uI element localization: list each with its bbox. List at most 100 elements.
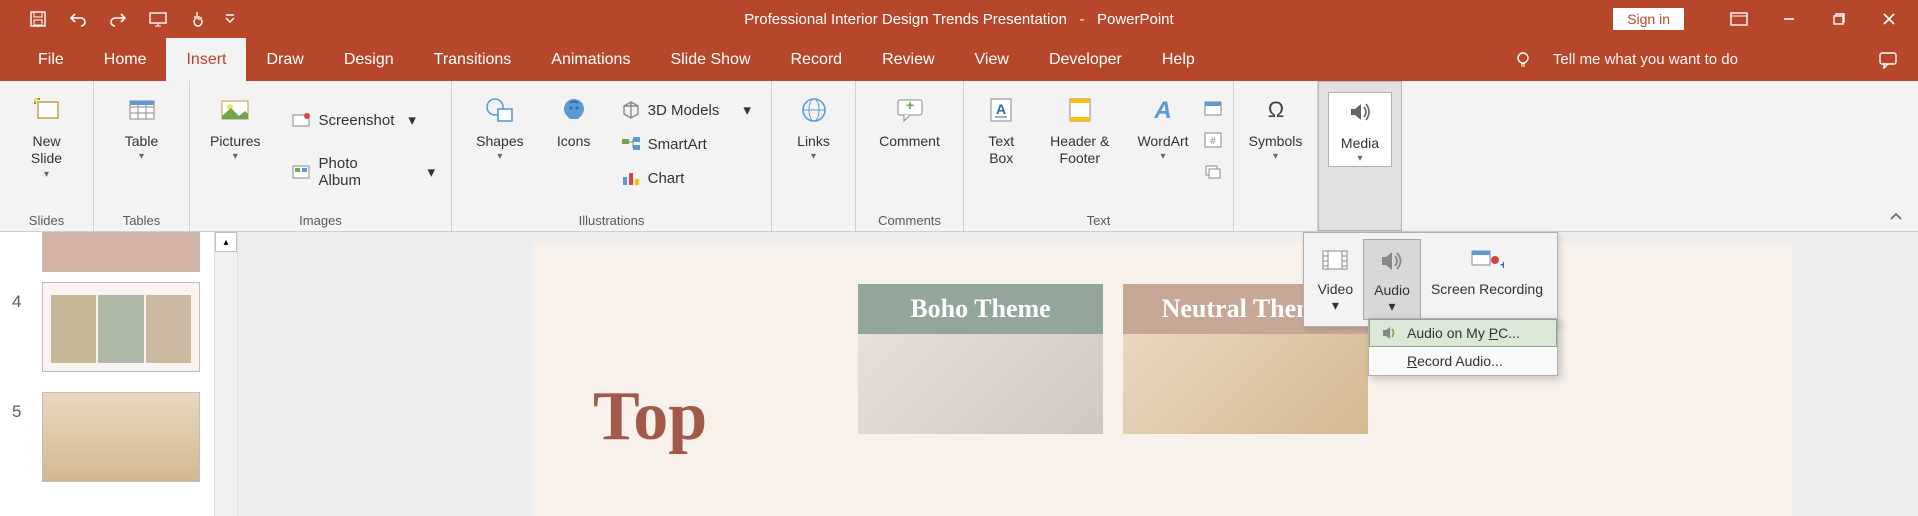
tab-insert[interactable]: Insert bbox=[166, 38, 246, 81]
slide-thumbnail[interactable] bbox=[42, 392, 200, 482]
shapes-icon bbox=[483, 93, 517, 127]
date-time-button[interactable] bbox=[1203, 99, 1223, 117]
links-button[interactable]: Links ▾ bbox=[782, 89, 846, 166]
slide-title: Top bbox=[593, 377, 707, 457]
wordart-button[interactable]: A WordArt ▾ bbox=[1131, 89, 1195, 166]
link-icon bbox=[797, 93, 831, 127]
group-text: A Text Box Header & Footer A WordArt ▾ #… bbox=[964, 81, 1234, 231]
tab-developer[interactable]: Developer bbox=[1029, 38, 1142, 81]
chevron-up-icon bbox=[1889, 212, 1903, 222]
window-title: Professional Interior Design Trends Pres… bbox=[744, 11, 1173, 28]
video-icon bbox=[1318, 243, 1352, 277]
icons-label: Icons bbox=[557, 133, 590, 149]
tab-animations[interactable]: Animations bbox=[531, 38, 650, 81]
shapes-button[interactable]: Shapes ▾ bbox=[466, 89, 533, 166]
slideshow-from-beginning-button[interactable] bbox=[138, 0, 178, 38]
close-button[interactable] bbox=[1864, 0, 1914, 38]
tab-draw[interactable]: Draw bbox=[246, 38, 323, 81]
screenshot-button[interactable]: Screenshot ▾ bbox=[285, 103, 441, 137]
tab-slideshow[interactable]: Slide Show bbox=[650, 38, 770, 81]
slide-thumbnail[interactable] bbox=[42, 282, 200, 372]
audio-on-my-pc-item[interactable]: Audio on My PC... bbox=[1369, 319, 1557, 347]
tab-review[interactable]: Review bbox=[862, 38, 954, 81]
comments-pane-button[interactable] bbox=[1878, 51, 1898, 69]
table-icon bbox=[125, 93, 159, 127]
audio-button[interactable]: Audio ▾ bbox=[1363, 239, 1421, 320]
group-symbols-label bbox=[1274, 209, 1278, 231]
sign-in-button[interactable]: Sign in bbox=[1613, 8, 1684, 30]
new-slide-button[interactable]: New Slide ▾ bbox=[10, 89, 83, 184]
record-audio-item[interactable]: Record Audio... bbox=[1369, 347, 1557, 375]
boho-theme-image bbox=[858, 334, 1103, 434]
tell-me-input[interactable]: Tell me what you want to do bbox=[1553, 51, 1738, 68]
collapse-ribbon-button[interactable] bbox=[1884, 207, 1908, 227]
group-images: Pictures ▾ Screenshot ▾ Photo Album ▾ Im… bbox=[190, 81, 452, 231]
header-footer-button[interactable]: Header & Footer bbox=[1037, 89, 1124, 171]
comment-button[interactable]: + Comment bbox=[869, 89, 950, 153]
tab-file[interactable]: File bbox=[18, 38, 84, 81]
tab-view[interactable]: View bbox=[955, 38, 1029, 81]
chevron-down-icon: ▾ bbox=[497, 151, 502, 162]
document-title: Professional Interior Design Trends Pres… bbox=[744, 11, 1067, 28]
chevron-down-icon: ▾ bbox=[1160, 151, 1165, 162]
slide-thumbnail[interactable] bbox=[42, 232, 200, 272]
photo-album-button[interactable]: Photo Album ▾ bbox=[285, 155, 441, 189]
text-box-button[interactable]: A Text Box bbox=[974, 89, 1029, 171]
media-button[interactable]: Media ▾ bbox=[1328, 92, 1392, 167]
group-links: Links ▾ bbox=[772, 81, 856, 231]
text-box-label: Text Box bbox=[984, 133, 1019, 167]
minimize-icon bbox=[1782, 12, 1796, 26]
group-comments: + Comment Comments bbox=[856, 81, 964, 231]
maximize-button[interactable] bbox=[1814, 0, 1864, 38]
symbols-button[interactable]: Ω Symbols ▾ bbox=[1239, 89, 1313, 166]
smartart-button[interactable]: SmartArt bbox=[614, 127, 757, 161]
chevron-down-icon: ▾ bbox=[1273, 151, 1278, 162]
tab-transitions[interactable]: Transitions bbox=[414, 38, 532, 81]
screen-recording-button[interactable]: + Screen Recording bbox=[1421, 239, 1553, 320]
icons-button[interactable]: Icons bbox=[542, 89, 606, 153]
group-media: Media ▾ bbox=[1318, 81, 1402, 231]
chevron-down-icon bbox=[225, 14, 235, 24]
3d-models-button[interactable]: 3D Models ▾ bbox=[614, 93, 757, 127]
vertical-scrollbar[interactable]: ▴ bbox=[214, 232, 238, 516]
touch-mouse-mode-button[interactable] bbox=[178, 0, 218, 38]
group-tables: Table ▾ Tables bbox=[94, 81, 190, 231]
wordart-icon: A bbox=[1146, 93, 1180, 127]
qat-customize-button[interactable] bbox=[218, 0, 242, 38]
boho-theme-tag: Boho Theme bbox=[858, 284, 1103, 334]
undo-button[interactable] bbox=[58, 0, 98, 38]
table-button[interactable]: Table ▾ bbox=[110, 89, 174, 166]
comment-icon bbox=[1878, 51, 1898, 69]
app-name: PowerPoint bbox=[1097, 11, 1174, 28]
save-button[interactable] bbox=[18, 0, 58, 38]
text-box-icon: A bbox=[984, 93, 1018, 127]
tab-design[interactable]: Design bbox=[324, 38, 414, 81]
pictures-button[interactable]: Pictures ▾ bbox=[200, 89, 271, 166]
group-links-label bbox=[812, 209, 816, 231]
redo-button[interactable] bbox=[98, 0, 138, 38]
video-button[interactable]: Video ▾ bbox=[1308, 239, 1364, 320]
title-separator: - bbox=[1071, 11, 1093, 28]
new-slide-label: New Slide bbox=[20, 133, 73, 167]
slide-canvas[interactable]: Top Boho Theme Neutral Theme bbox=[533, 242, 1793, 516]
pictures-label: Pictures bbox=[210, 133, 261, 149]
chevron-down-icon: ▾ bbox=[743, 101, 751, 119]
slide-number-button[interactable]: # bbox=[1203, 131, 1223, 149]
record-audio-label: Record Audio... bbox=[1407, 353, 1503, 369]
comment-label: Comment bbox=[879, 133, 940, 149]
tab-record[interactable]: Record bbox=[771, 38, 863, 81]
tab-help[interactable]: Help bbox=[1142, 38, 1215, 81]
tab-home[interactable]: Home bbox=[84, 38, 167, 81]
group-slides-label: Slides bbox=[29, 209, 64, 231]
chart-button[interactable]: Chart bbox=[614, 161, 757, 195]
object-button[interactable] bbox=[1203, 163, 1223, 181]
svg-text:Ω: Ω bbox=[1267, 97, 1283, 122]
smartart-icon bbox=[620, 133, 642, 155]
touch-icon bbox=[190, 10, 206, 28]
scroll-up-button[interactable]: ▴ bbox=[215, 232, 237, 252]
chevron-down-icon: ▾ bbox=[1332, 297, 1339, 314]
ribbon-display-options-button[interactable] bbox=[1714, 0, 1764, 38]
presentation-icon bbox=[148, 11, 168, 27]
minimize-button[interactable] bbox=[1764, 0, 1814, 38]
media-label: Media bbox=[1341, 135, 1379, 151]
